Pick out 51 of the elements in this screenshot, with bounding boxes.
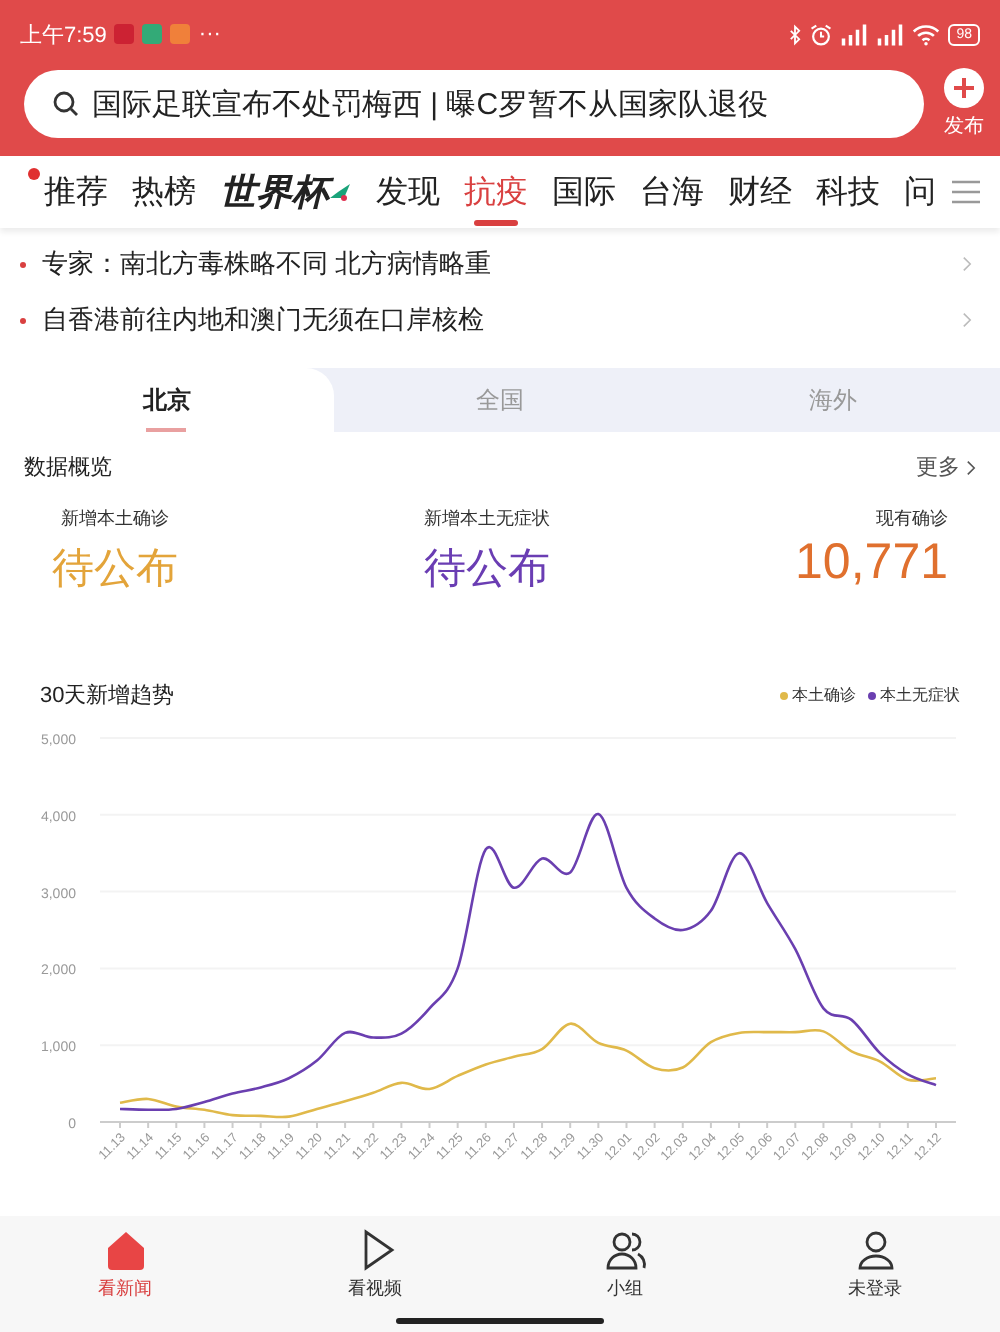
search-field[interactable]: 国际足联宣布不处罚梅西 | 曝C罗暂不从国家队退役 (24, 70, 924, 138)
search-icon (52, 90, 80, 118)
news-headline-link[interactable]: 专家：南北方毒株略不同 北方病情略重 (42, 246, 946, 282)
stat-value: 10,771 (795, 534, 948, 592)
stat-value: 待公布 (423, 544, 550, 596)
legend-label: 本土确诊 (792, 684, 856, 706)
signal-icon (840, 23, 869, 45)
chevron-right-icon (966, 459, 976, 475)
notification-app-icon (142, 24, 163, 44)
legend-label: 本土无症状 (880, 684, 960, 706)
stat-label: 现有确诊 (876, 506, 948, 532)
news-headline-link[interactable]: 自香港前往内地和澳门无须在口岸核检 (42, 302, 946, 338)
channel-tab[interactable]: 科技 (804, 156, 892, 228)
more-notifications-text: ··· (198, 22, 221, 46)
people-icon (603, 1228, 647, 1272)
alarm-icon (810, 23, 833, 45)
stat-value: 待公布 (52, 544, 178, 596)
bottom-nav-tab[interactable]: 看新闻 (0, 1228, 250, 1302)
publish-button[interactable]: 发布 (944, 68, 984, 140)
bullet-icon (20, 317, 26, 323)
stat-label: 新增本土无症状 (423, 506, 550, 532)
bottom-nav-tab[interactable]: 看视频 (250, 1228, 500, 1302)
channel-tab[interactable]: 抗疫 (452, 156, 540, 228)
plus-icon (944, 68, 984, 108)
bottom-nav-tab[interactable]: 小组 (500, 1228, 750, 1302)
chevron-right-icon (962, 256, 972, 272)
channel-tab[interactable]: 世界杯 (208, 156, 364, 228)
channel-tab[interactable]: 财经 (716, 156, 804, 228)
bluetooth-icon (788, 23, 803, 45)
region-tab[interactable]: 北京 (0, 368, 334, 432)
signal-icon (876, 23, 905, 45)
section-title: 数据概览 (24, 454, 112, 482)
chevron-right-icon (962, 312, 972, 328)
wifi-icon (912, 23, 941, 45)
bottom-nav-tab[interactable]: 未登录 (750, 1228, 1000, 1302)
channel-tab[interactable]: 推荐 (32, 156, 120, 228)
home-icon (103, 1228, 147, 1272)
menu-icon (952, 180, 980, 204)
channel-tab[interactable]: 问 (892, 156, 948, 228)
notification-app-icon (114, 24, 135, 44)
stat-label: 新增本土确诊 (61, 506, 169, 532)
chart-title: 30天新增趋势 (40, 681, 175, 710)
channel-tab[interactable]: 热榜 (120, 156, 208, 228)
person-icon (853, 1228, 897, 1272)
notification-app-icon (170, 24, 191, 44)
more-link[interactable]: 更多 (916, 452, 976, 482)
bullet-icon (20, 261, 26, 267)
channel-tab[interactable]: 台海 (628, 156, 716, 228)
status-time: 上午7:59 (20, 21, 107, 49)
channel-tab[interactable]: 国际 (540, 156, 628, 228)
channel-tab[interactable]: 发现 (364, 156, 452, 228)
